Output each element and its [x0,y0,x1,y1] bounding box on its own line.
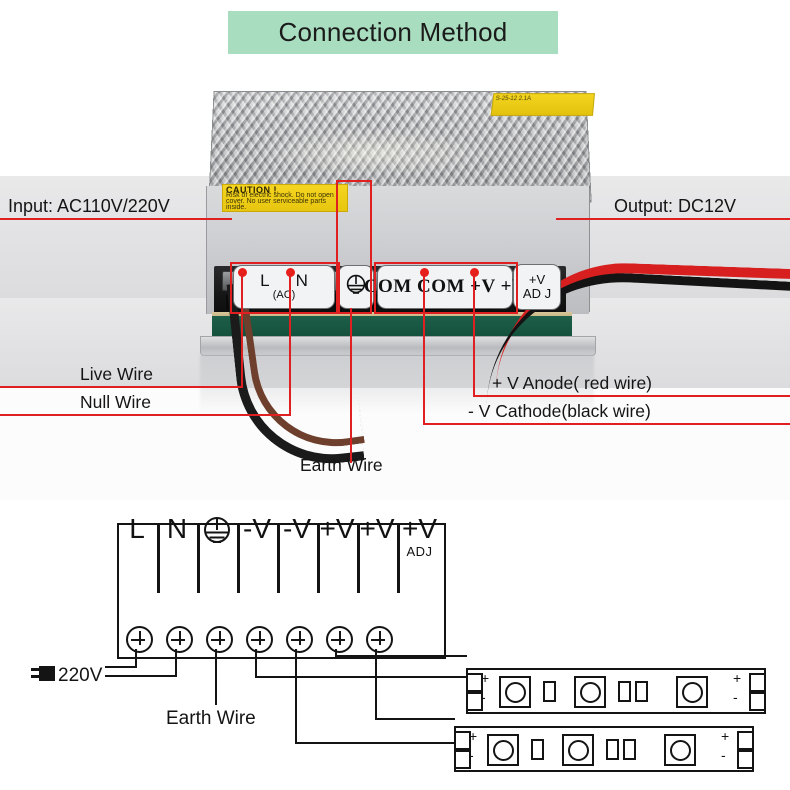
tb-cell-label: -V [243,513,271,544]
annot-line-anode [473,395,790,398]
strip2-resistor [623,739,636,760]
strip1-led [676,676,708,708]
strip1-resistor [618,681,631,702]
page-title: Connection Method [278,17,508,47]
label-cathode: - V Cathode(black wire) [468,401,651,421]
tb-cell-plusv-adj: +V ADJ [397,514,442,566]
mains-wire-l-v [135,649,138,668]
wire-plusv2-h [375,718,455,721]
callout-adj-top: +V [528,272,546,287]
tb-cell-plusv-1: +V [317,514,357,566]
strip2-led [487,734,519,766]
ac-plug-pin [31,675,39,678]
wiring-diagram: L N -V -V +V +V +V ADJ 220V Earth Wire +… [0,500,790,790]
strip2-sign-left-plus: + [469,728,478,744]
strip1-led [574,676,606,708]
strip1-sign-left-minus: - [481,689,486,705]
label-input: Input: AC110V/220V [8,196,170,216]
screw-terminal-plusv-2[interactable] [366,626,393,653]
annot-drop-cathode [423,273,426,423]
tb-cell-plusv-2: +V [357,514,397,566]
callout-adj: +V AD J [513,264,561,310]
earth-ground-icon [204,517,230,543]
led-strip-1: + - + - [466,668,766,714]
screw-terminal-minusv-2[interactable] [286,626,313,653]
strip2-pad-right-minus [737,750,754,769]
strip1-resistor [543,681,556,702]
wire-minusv1-v [255,649,258,678]
strip1-sign-left-plus: + [481,670,490,686]
tb-cell-ground [197,514,237,566]
caution-sticker: CAUTION ! Risk of electric shock. Do not… [222,184,348,212]
label-live-wire: Live Wire [80,364,153,384]
tb-cell-label: L [129,513,145,544]
tb-cell-label: +V [359,513,395,544]
strip1-pad-right-minus [749,692,766,711]
strip1-pad-right-plus [749,673,766,692]
annot-drop-null [289,273,292,414]
wire-minusv2-v [295,649,298,744]
screw-terminal-ground[interactable] [206,626,233,653]
strip1-resistor [635,681,648,702]
annot-line-input [0,218,232,221]
tb-cell-minusv-2: -V [277,514,317,566]
strip1-sign-right-plus: + [733,670,742,686]
annot-drop-anode [473,273,476,395]
mains-wire-l-h [105,666,137,669]
spec-sticker: S-25-12 2.1A [490,93,596,116]
annot-line-live [0,386,243,389]
led-strip-2: + - + - [454,726,754,772]
strip2-resistor [531,739,544,760]
label-null-wire: Null Wire [80,392,151,412]
wire-minusv1-h [255,676,467,679]
wire-minusv2-h [295,742,455,745]
mains-wire-n-h [105,675,177,678]
wire-plusv2-v [375,649,378,720]
annot-line-cathode [423,423,790,426]
annot-line-output [556,218,790,221]
label-anode: + V Anode( red wire) [492,373,653,393]
earth-wire-v [215,649,218,705]
mains-wire-n-v [175,649,178,677]
strip2-led [664,734,696,766]
screw-terminal-plusv-1[interactable] [326,626,353,653]
label-mains-220v: 220V [58,665,103,686]
annot-box-ground [336,180,372,314]
strip1-led [499,676,531,708]
strip2-sign-right-minus: - [721,747,726,763]
strip2-sign-left-minus: - [469,747,474,763]
screw-terminal-l[interactable] [126,626,153,653]
wire-plusv1-h [335,655,467,658]
screw-terminal-minusv-1[interactable] [246,626,273,653]
label-earth-wire: Earth Wire [300,455,383,475]
product-photo-panel: S-25-12 2.1A CAUTION ! Risk of electric … [0,68,790,500]
tb-cell-n: N [157,514,197,566]
strip2-sign-right-plus: + [721,728,730,744]
ac-plug-pin [31,668,39,671]
strip2-pad-right-plus [737,731,754,750]
annot-box-output [374,262,518,314]
caution-body: Risk of electric shock. Do not open cove… [226,192,334,211]
label-earth-wire-diagram: Earth Wire [166,708,256,729]
callout-adj-bottom: AD J [522,286,552,301]
tb-cell-label: N [166,513,188,544]
ac-plug-icon [39,666,55,681]
label-output: Output: DC12V [614,196,737,216]
strip1-sign-right-minus: - [733,689,738,705]
annot-drop-live [241,273,244,386]
screw-terminal-n[interactable] [166,626,193,653]
tb-cell-label: +V [401,513,438,544]
title-banner: Connection Method [228,11,558,54]
tb-cell-minusv-1: -V [237,514,277,566]
annot-line-null [0,414,291,417]
strip2-resistor [606,739,619,760]
annot-drop-earth [350,308,353,463]
tb-cell-sublabel: ADJ [406,544,433,559]
spec-sticker-text: S-25-12 2.1A [495,96,532,103]
strip2-led [562,734,594,766]
tb-cell-label: +V [319,513,355,544]
tb-cell-l: L [117,514,157,566]
page-root: Connection Method S-25-12 2.1A CAUTION !… [0,0,790,790]
tb-cell-label: -V [283,513,311,544]
